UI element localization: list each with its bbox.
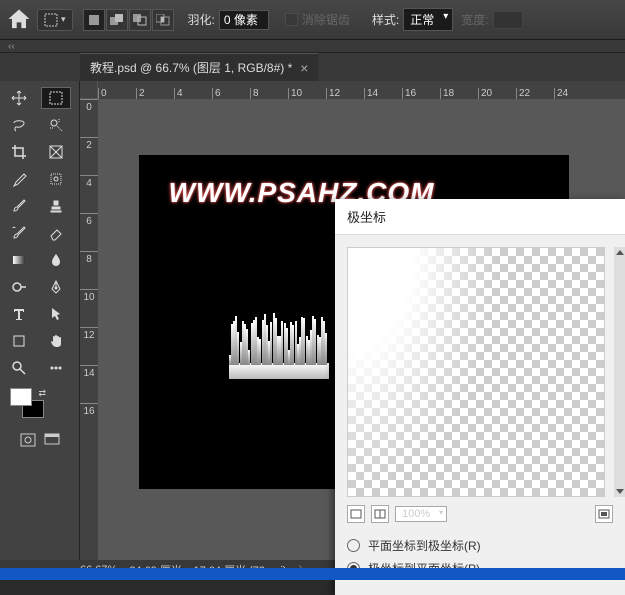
marquee-tool-icon[interactable]	[41, 87, 71, 109]
ruler-origin[interactable]	[80, 81, 98, 99]
dialog-title: 极坐标	[335, 199, 625, 235]
healing-tool-icon[interactable]	[41, 168, 71, 190]
preview-zoom-dropdown[interactable]: 100%	[395, 506, 447, 522]
brush-tool-icon[interactable]	[4, 195, 34, 217]
collapse-icon: ‹‹	[8, 41, 15, 52]
eraser-tool-icon[interactable]	[41, 222, 71, 244]
dodge-tool-icon[interactable]	[4, 276, 34, 298]
screenmode-icon[interactable]	[41, 431, 63, 449]
type-tool-icon[interactable]	[4, 303, 34, 325]
tab-title: 教程.psd @ 66.7% (图层 1, RGB/8#) *	[90, 59, 292, 76]
feather-input[interactable]	[219, 10, 269, 30]
gradient-tool-icon[interactable]	[4, 249, 34, 271]
tool-preset-dropdown[interactable]: ▾	[37, 9, 73, 31]
color-swatches[interactable]: ⇄	[4, 388, 75, 418]
tools-panel: ⇄	[0, 81, 80, 560]
taskbar-edge	[0, 568, 625, 580]
selection-add-icon[interactable]	[106, 9, 128, 31]
move-tool-icon[interactable]	[4, 87, 34, 109]
path-select-tool-icon[interactable]	[41, 303, 71, 325]
preview-fit-icon[interactable]	[595, 505, 613, 523]
horizontal-ruler[interactable]: 024681012141618202224	[98, 81, 625, 99]
width-input	[493, 11, 523, 29]
eyedropper-tool-icon[interactable]	[4, 168, 34, 190]
close-icon[interactable]: ×	[300, 60, 308, 76]
style-label: 样式:	[372, 11, 399, 28]
quick-select-tool-icon[interactable]	[41, 114, 71, 136]
radio-rect-to-polar[interactable]: 平面坐标到极坐标(R)	[347, 537, 613, 554]
selection-new-icon[interactable]	[83, 9, 105, 31]
antialias-label: 消除锯齿	[302, 11, 350, 28]
document-tab[interactable]: 教程.psd @ 66.7% (图层 1, RGB/8#) * ×	[80, 53, 318, 81]
lasso-tool-icon[interactable]	[4, 114, 34, 136]
quickmask-icon[interactable]	[17, 431, 39, 449]
pen-tool-icon[interactable]	[41, 276, 71, 298]
width-label: 宽度:	[461, 11, 488, 28]
options-bar: ▾ 羽化: 消除锯齿 样式: 正常 宽度:	[0, 0, 625, 40]
selection-mode-group	[83, 9, 174, 31]
frame-tool-icon[interactable]	[41, 141, 71, 163]
panel-collapse-bar[interactable]: ‹‹	[0, 40, 625, 53]
filter-preview[interactable]	[347, 247, 605, 497]
document-tab-bar: 教程.psd @ 66.7% (图层 1, RGB/8#) * ×	[0, 53, 625, 81]
swap-colors-icon[interactable]: ⇄	[38, 388, 46, 399]
preview-toggle-icon[interactable]	[347, 505, 365, 523]
more-tools-icon[interactable]	[41, 357, 71, 379]
selection-intersect-icon[interactable]	[152, 9, 174, 31]
preview-scrollbar[interactable]	[614, 247, 625, 497]
blur-tool-icon[interactable]	[41, 249, 71, 271]
selection-subtract-icon[interactable]	[129, 9, 151, 31]
crop-tool-icon[interactable]	[4, 141, 34, 163]
radio-label: 平面坐标到极坐标(R)	[368, 537, 481, 554]
radio-icon	[347, 539, 360, 552]
zoom-tool-icon[interactable]	[4, 357, 34, 379]
stamp-tool-icon[interactable]	[41, 195, 71, 217]
polar-coordinates-dialog: 极坐标 100% 平面坐标到极坐标(R) 极坐标到平面坐标(P)	[335, 199, 625, 595]
history-brush-tool-icon[interactable]	[4, 222, 34, 244]
hand-tool-icon[interactable]	[41, 330, 71, 352]
style-dropdown[interactable]: 正常	[403, 8, 453, 31]
preview-split-icon[interactable]	[371, 505, 389, 523]
vertical-ruler[interactable]: 0246810121416	[80, 99, 98, 560]
waveform-graphic	[229, 313, 329, 379]
feather-label: 羽化:	[188, 11, 215, 28]
foreground-swatch[interactable]	[10, 388, 32, 406]
antialias-checkbox	[285, 13, 298, 26]
shape-tool-icon[interactable]	[4, 330, 34, 352]
home-icon[interactable]	[5, 6, 33, 34]
